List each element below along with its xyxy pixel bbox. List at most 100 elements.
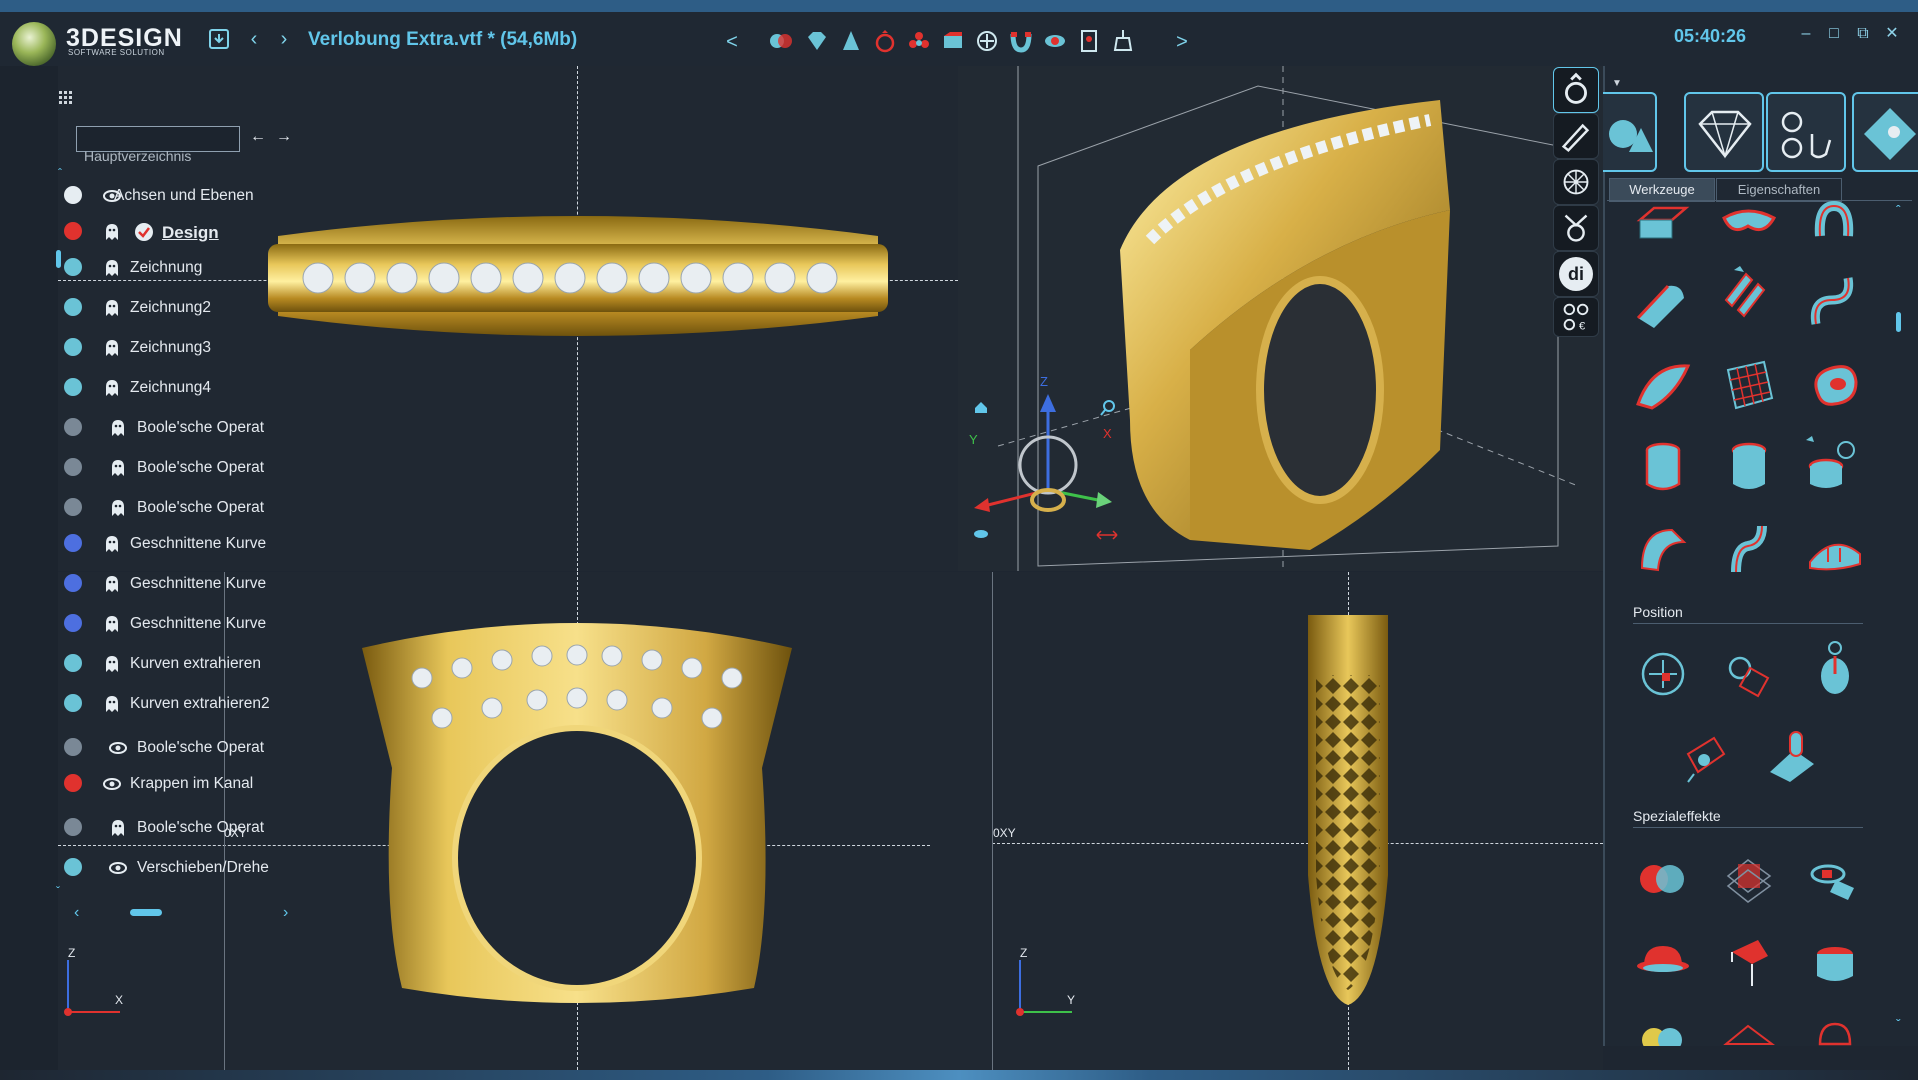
boolean-icon[interactable] [768,28,794,54]
tree-item[interactable]: Zeichnung4 [58,372,304,404]
visibility-ghost-icon[interactable] [102,258,122,278]
tree-scroll-left[interactable]: ‹ [74,904,79,922]
tree-item[interactable]: Geschnittene Kurve [58,568,304,600]
visibility-ghost-icon[interactable] [102,694,122,714]
hemisphere-tool-icon[interactable] [1632,932,1694,994]
blob-tool-icon[interactable] [1804,354,1866,416]
place-on-tool-icon[interactable] [1674,724,1736,786]
zoom-icon[interactable] [1100,400,1116,416]
tools-scroll-up[interactable]: ˆ [1896,202,1901,218]
gems-category-tab[interactable] [1684,92,1764,172]
effects-category-tab[interactable] [1852,92,1918,172]
panel-dropdown-icon[interactable]: ▼ [1612,78,1622,89]
tree-horizontal-scrollbar[interactable] [130,909,162,916]
ring-icon[interactable] [872,28,898,54]
maximize-button[interactable]: □ [1824,24,1844,44]
tree-scroll-down[interactable]: ˇ [56,884,60,898]
cylinder-tool-icon[interactable] [1718,436,1780,498]
tree-vertical-scrollbar[interactable] [56,250,61,268]
tree-item[interactable]: Boole'sche Operat [58,812,304,844]
visibility-ghost-icon[interactable] [102,574,122,594]
view-eye-icon[interactable] [973,528,989,540]
pan-arrows-icon[interactable] [1096,530,1118,540]
tree-item[interactable]: Kurven extrahieren2 [58,688,304,720]
pendant-icon[interactable] [1110,28,1136,54]
multi-sweep-tool-icon[interactable] [1718,260,1780,322]
grid-surface-tool-icon[interactable] [1718,354,1780,416]
surface-tool-icon[interactable] [1632,354,1694,416]
tree-item[interactable]: Boole'sche Operat [58,452,304,484]
tree-item[interactable]: Zeichnung2 [58,292,304,324]
visibility-eye-icon[interactable] [102,774,122,794]
sweep-tool-icon[interactable] [1804,196,1866,258]
magnet-icon[interactable] [1008,28,1034,54]
redo-button[interactable]: › [274,27,294,51]
cluster-icon[interactable] [906,28,932,54]
visibility-ghost-icon[interactable] [102,654,122,674]
rotate-icon[interactable] [974,28,1000,54]
tree-item[interactable]: Geschnittene Kurve [58,608,304,640]
tree-item[interactable]: Krappen im Kanal [58,768,304,800]
pencil-icon[interactable] [1553,113,1599,159]
tree-item[interactable]: Zeichnung3 [58,332,304,364]
toolbar-scroll-left-button[interactable]: < [722,30,742,54]
visibility-eye-icon[interactable] [108,738,128,758]
intersect-tool-icon[interactable] [1632,848,1694,910]
tree-scroll-right[interactable]: › [283,904,288,922]
di-icon[interactable]: di [1553,251,1599,297]
tree-back-arrow[interactable]: ← [250,128,266,146]
gem-icon[interactable] [804,28,830,54]
navigation-gizmo[interactable] [968,370,1128,550]
visibility-ghost-icon[interactable] [102,378,122,398]
loft-tool-icon[interactable] [1718,196,1780,258]
disc-tool-icon[interactable] [1804,932,1866,994]
visibility-ghost-icon[interactable] [102,614,122,634]
visibility-ghost-icon[interactable] [108,418,128,438]
tree-item[interactable]: Zeichnung [58,252,304,284]
shapes-category-tab[interactable] [1603,92,1657,172]
price-icon[interactable]: € [1553,297,1599,337]
bezel-icon[interactable] [940,28,966,54]
bend-tool-icon[interactable] [1718,518,1780,580]
rail-sweep-tool-icon[interactable] [1632,270,1694,332]
dome-tool-icon[interactable] [1804,1016,1866,1046]
project-tool-icon[interactable] [1760,724,1822,786]
eye-gem-icon[interactable] [1042,28,1068,54]
minimize-button[interactable]: – [1796,24,1816,44]
s-curve-tool-icon[interactable] [1804,270,1866,332]
visibility-ghost-icon[interactable] [108,498,128,518]
ring-mode-icon[interactable] [1553,67,1599,113]
twist-tool-icon[interactable] [1804,848,1866,910]
cut-tool-icon[interactable] [1718,932,1780,994]
pattern-tool-icon[interactable] [1718,1016,1780,1046]
tree-item[interactable]: Design [58,216,304,248]
arch-tool-icon[interactable] [1632,518,1694,580]
visibility-ghost-icon[interactable] [108,458,128,478]
tree-item[interactable]: Kurven extrahieren [58,648,304,680]
spheres-tool-icon[interactable] [1632,1016,1694,1046]
visibility-ghost-icon[interactable] [102,534,122,554]
tree-item[interactable]: Boole'sche Operat [58,412,304,444]
setting-icon[interactable] [1553,205,1599,251]
tree-forward-arrow[interactable]: → [276,128,292,146]
tree-item[interactable]: Boole'sche Operat [58,492,304,524]
drop-tool-icon[interactable] [1804,636,1866,698]
array-tool-icon[interactable] [1718,848,1780,910]
visibility-eye-icon[interactable] [108,858,128,878]
prong-icon[interactable] [838,28,864,54]
settings-category-tab[interactable] [1766,92,1846,172]
cylinder-red-tool-icon[interactable] [1632,436,1694,498]
visibility-ghost-icon[interactable] [102,338,122,358]
restore-button[interactable]: ⧉ [1853,24,1873,44]
deform-tool-icon[interactable] [1804,518,1866,580]
visibility-ghost-icon[interactable] [108,818,128,838]
render-icon[interactable] [1076,28,1102,54]
tools-scrollbar[interactable] [1896,312,1901,332]
tree-item[interactable]: Achsen und Ebenen [58,180,304,212]
undo-button[interactable]: ‹ [244,27,264,51]
mesh-icon[interactable] [1553,159,1599,205]
grid-menu-icon[interactable] [58,90,74,104]
close-button[interactable]: ✕ [1882,24,1902,44]
tree-scroll-up[interactable]: ˆ [58,166,62,180]
tree-item[interactable]: Verschieben/Drehe [58,852,304,884]
